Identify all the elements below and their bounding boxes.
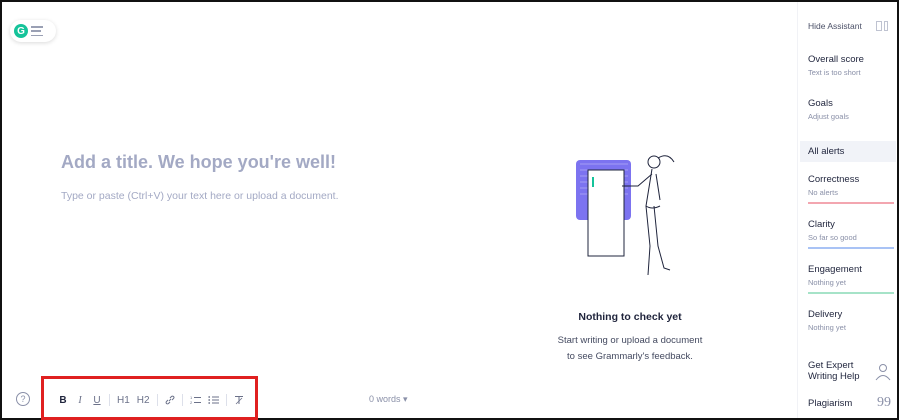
delivery-sub: Nothing yet [808, 323, 846, 332]
correctness-bar [808, 202, 894, 204]
heading-1-button[interactable]: H1 [117, 393, 130, 407]
assistant-sidebar: Hide Assistant Overall score Text is too… [797, 2, 897, 418]
sidebar-toggle-icon[interactable] [876, 21, 889, 31]
grammarly-logo-icon: G [14, 24, 28, 38]
formatting-toolbar: B I U H1 H2 12 [58, 393, 244, 407]
document-body-input[interactable]: Type or paste (Ctrl+V) your text here or… [61, 190, 339, 202]
empty-state-line-2: to see Grammarly's feedback. [567, 351, 693, 362]
toolbar-divider [109, 394, 110, 406]
sidebar-item-engagement[interactable]: Engagement Nothing yet [808, 264, 894, 287]
goals-sub: Adjust goals [808, 112, 849, 121]
goals-item[interactable]: Goals Adjust goals [808, 98, 894, 121]
ordered-list-icon[interactable]: 12 [190, 393, 201, 407]
expert-help-line-2: Writing Help [808, 371, 860, 382]
toolbar-divider [181, 394, 183, 406]
clear-formatting-icon[interactable] [234, 393, 244, 407]
overall-score-sub: Text is too short [808, 68, 861, 77]
clarity-sub: So far so good [808, 233, 857, 242]
expert-help-line-1: Get Expert [808, 360, 854, 371]
empty-state-text: Start writing or upload a document to se… [520, 333, 740, 365]
empty-state-title: Nothing to check yet [578, 311, 682, 323]
correctness-sub: No alerts [808, 188, 839, 197]
bold-button[interactable]: B [58, 393, 68, 407]
help-icon[interactable]: ? [16, 392, 30, 406]
link-icon[interactable] [165, 393, 175, 407]
engagement-sub: Nothing yet [808, 278, 846, 287]
toolbar-divider [225, 394, 227, 406]
plagiarism-button[interactable]: Plagiarism [808, 398, 852, 409]
clarity-label: Clarity [808, 219, 835, 230]
correctness-label: Correctness [808, 174, 860, 185]
sidebar-item-delivery[interactable]: Delivery Nothing yet [808, 309, 894, 332]
app-window [0, 0, 899, 420]
quote-icon[interactable]: 99 [877, 395, 891, 411]
toolbar-divider [156, 394, 158, 406]
engagement-label: Engagement [808, 264, 862, 275]
goals-label: Goals [808, 98, 833, 109]
word-count-dropdown[interactable]: 0 words ▾ [369, 394, 408, 405]
writing-illustration [576, 155, 675, 276]
italic-button[interactable]: I [75, 393, 85, 407]
expert-person-icon[interactable] [875, 363, 891, 381]
grammarly-menu-button[interactable]: G [10, 20, 56, 42]
hide-assistant-button[interactable]: Hide Assistant [808, 21, 862, 31]
expert-help-button[interactable]: Get Expert Writing Help [808, 360, 860, 382]
heading-2-button[interactable]: H2 [137, 393, 150, 407]
bullet-list-icon[interactable] [207, 393, 219, 407]
document-title-input[interactable]: Add a title. We hope you're well! [61, 152, 336, 173]
engagement-bar [808, 292, 894, 294]
empty-state-line-1: Start writing or upload a document [557, 335, 703, 346]
all-alerts-tab[interactable]: All alerts [800, 141, 896, 162]
clarity-bar [808, 247, 894, 249]
sidebar-item-clarity[interactable]: Clarity So far so good [808, 219, 894, 242]
menu-icon [31, 26, 43, 36]
svg-text:2: 2 [190, 400, 193, 405]
sidebar-item-correctness[interactable]: Correctness No alerts [808, 174, 894, 197]
underline-button[interactable]: U [92, 393, 102, 407]
overall-score-label: Overall score [808, 54, 864, 65]
delivery-label: Delivery [808, 309, 843, 320]
overall-score-item[interactable]: Overall score Text is too short [808, 54, 894, 77]
